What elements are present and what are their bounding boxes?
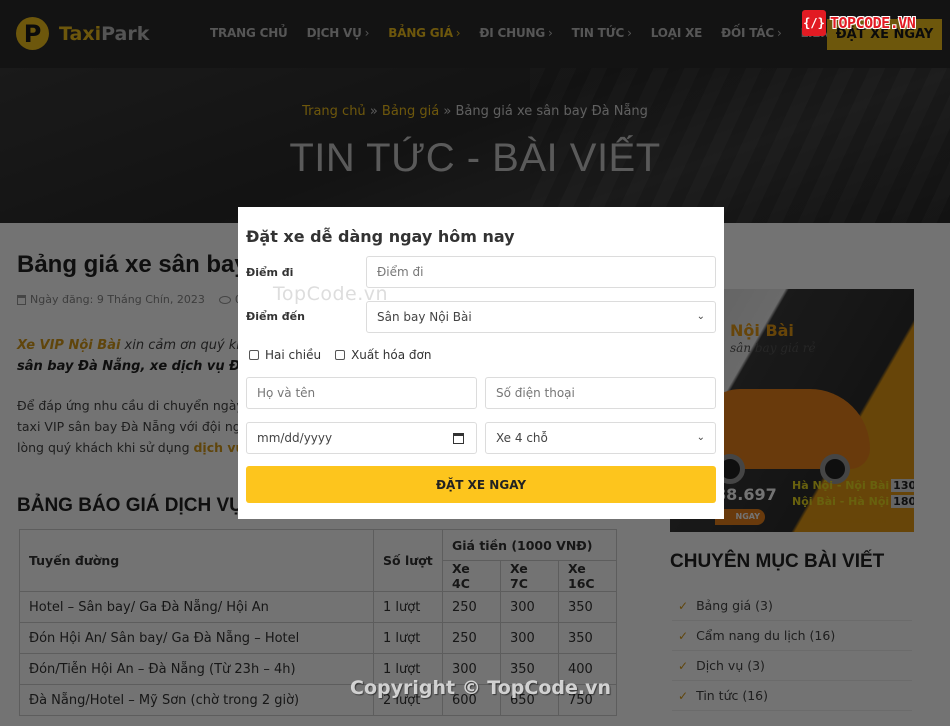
destination-select[interactable]: Sân bay Nội Bài ⌄ bbox=[366, 301, 716, 333]
options-row: Hai chiều Xuất hóa đơn bbox=[249, 348, 445, 362]
invoice-label: Xuất hóa đơn bbox=[351, 348, 432, 362]
checkbox-icon bbox=[249, 350, 259, 360]
date-input[interactable]: mm/dd/yyyy bbox=[246, 422, 477, 454]
car-type-select[interactable]: Xe 4 chỗ ⌄ bbox=[485, 422, 716, 454]
invoice-checkbox[interactable]: Xuất hóa đơn bbox=[335, 348, 431, 362]
watermark-text: TopCode.vn bbox=[273, 283, 389, 305]
book-now-button[interactable]: ĐẶT XE NGAY bbox=[246, 466, 716, 503]
topcode-watermark-logo: {/} TOPCODE.VN bbox=[802, 10, 916, 36]
code-brackets-icon: {/} bbox=[802, 10, 826, 36]
full-name-input[interactable]: Họ và tên bbox=[246, 377, 477, 409]
round-trip-label: Hai chiều bbox=[265, 348, 322, 362]
car-type-value: Xe 4 chỗ bbox=[496, 431, 548, 445]
topcode-logo-text: TOPCODE.VN bbox=[830, 14, 916, 32]
chevron-down-icon: ⌄ bbox=[696, 432, 705, 443]
calendar-icon[interactable] bbox=[453, 433, 464, 444]
date-placeholder: mm/dd/yyyy bbox=[257, 431, 333, 445]
copyright-watermark: Copyright © TopCode.vn bbox=[350, 677, 612, 699]
phone-input[interactable]: Số điện thoại bbox=[485, 377, 716, 409]
from-input[interactable]: Điểm đi bbox=[366, 256, 716, 288]
modal-title: Đặt xe dễ dàng ngay hôm nay bbox=[246, 227, 515, 246]
booking-modal: Đặt xe dễ dàng ngay hôm nay Điểm đi Điểm… bbox=[238, 207, 724, 519]
chevron-down-icon: ⌄ bbox=[696, 311, 705, 322]
from-label: Điểm đi bbox=[246, 266, 294, 279]
destination-value: Sân bay Nội Bài bbox=[377, 310, 472, 324]
checkbox-icon bbox=[335, 350, 346, 360]
to-label: Điểm đến bbox=[246, 310, 305, 323]
round-trip-checkbox[interactable]: Hai chiều bbox=[249, 348, 321, 362]
